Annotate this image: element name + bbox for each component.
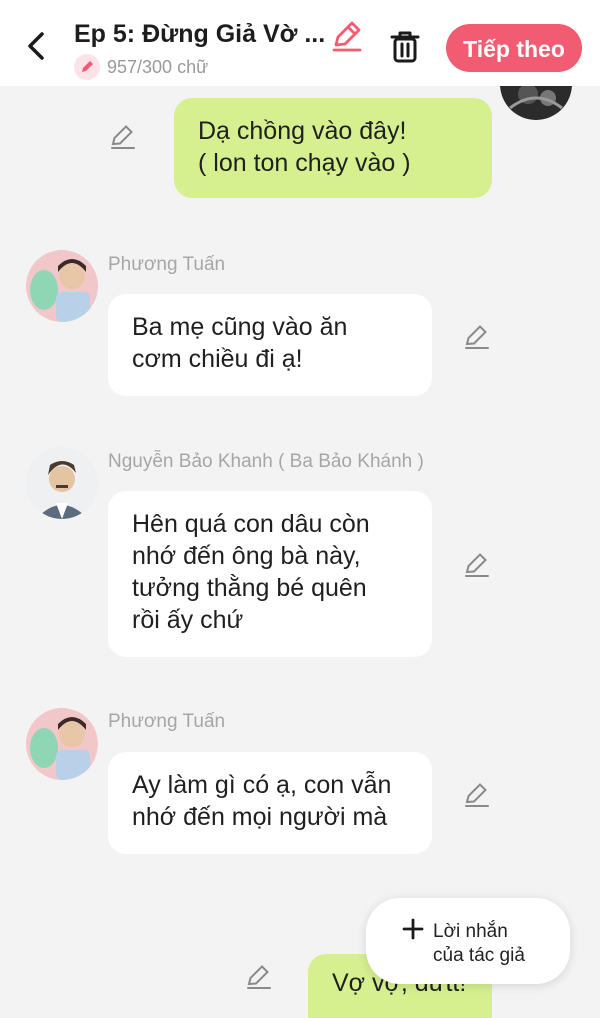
message-bubble-other[interactable]: Ay làm gì có ạ, con vẫn nhớ đến mọi ngườ… xyxy=(108,752,432,854)
trash-icon xyxy=(390,31,420,63)
edit-message-button[interactable] xyxy=(462,780,492,810)
sender-name: Phương Tuấn xyxy=(108,254,226,275)
message-bubble-other[interactable]: Hên quá con dâu còn nhớ đến ông bà này, … xyxy=(108,491,432,657)
delete-button[interactable] xyxy=(386,28,424,66)
word-count-text: 957/300 chữ xyxy=(107,56,209,77)
avatar-nguyen-bao-khanh xyxy=(26,447,98,519)
pencil-badge-icon xyxy=(74,54,100,80)
avatar-phuong-tuan xyxy=(26,708,98,780)
pencil-icon xyxy=(465,325,489,349)
edit-message-button[interactable] xyxy=(462,322,492,352)
author-note-button[interactable]: Lời nhắn của tác giả xyxy=(366,898,570,984)
edit-message-button[interactable] xyxy=(244,962,274,992)
pencil-icon xyxy=(332,21,362,52)
sender-name: Phương Tuấn xyxy=(108,711,226,732)
word-counter: 957/300 chữ xyxy=(74,54,208,80)
message-bubble-me[interactable]: Dạ chồng vào đây! ( lon ton chạy vào ) xyxy=(174,98,492,198)
pencil-icon xyxy=(247,965,271,989)
edit-title-button[interactable] xyxy=(328,18,364,54)
back-arrow-icon xyxy=(28,32,44,60)
pencil-icon xyxy=(465,783,489,807)
episode-title[interactable]: Ep 5: Đừng Giả Vờ ... xyxy=(74,20,324,49)
next-button[interactable]: Tiếp theo xyxy=(446,24,582,72)
top-bar: Ep 5: Đừng Giả Vờ ... 957/300 chữ Tiếp t… xyxy=(0,0,600,86)
back-button[interactable] xyxy=(20,26,56,66)
pencil-icon xyxy=(111,125,135,149)
pencil-icon xyxy=(465,553,489,577)
message-bubble-other[interactable]: Ba mẹ cũng vào ăn cơm chiều đi ạ! xyxy=(108,294,432,396)
plus-icon xyxy=(402,918,424,940)
avatar-phuong-tuan xyxy=(26,250,98,322)
author-note-label: Lời nhắn của tác giả xyxy=(433,921,525,966)
edit-message-button[interactable] xyxy=(108,122,138,152)
sender-name: Nguyễn Bảo Khanh ( Ba Bảo Khánh ) xyxy=(108,451,424,472)
edit-message-button[interactable] xyxy=(462,550,492,580)
